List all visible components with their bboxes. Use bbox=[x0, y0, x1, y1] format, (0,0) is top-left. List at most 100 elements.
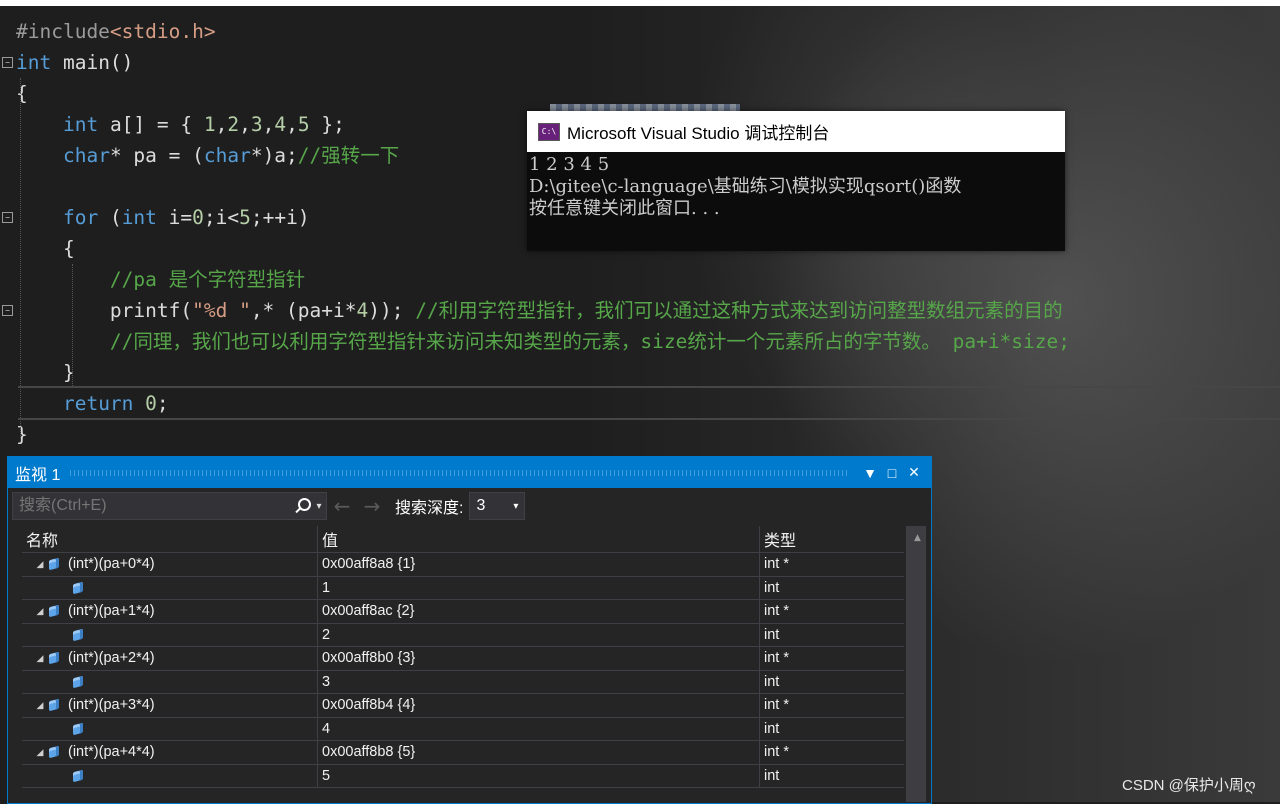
drag-grip[interactable] bbox=[70, 469, 849, 476]
column-header-name[interactable]: 名称 bbox=[22, 526, 318, 552]
fold-toggle-icon[interactable]: − bbox=[2, 212, 13, 223]
scroll-up-icon[interactable]: ▲ bbox=[914, 533, 921, 543]
watch-value[interactable]: 1 bbox=[318, 576, 760, 599]
column-header-type[interactable]: 类型 bbox=[760, 526, 904, 552]
watch-type: int bbox=[764, 673, 780, 690]
watch-grid: 名称 值 类型 ◢ (int*)(pa+0*4) 0x00aff8a8 {1} int… bbox=[22, 526, 904, 788]
console-line: 1 2 3 4 5 bbox=[529, 154, 610, 175]
console-app-icon: C:\ bbox=[538, 122, 560, 141]
console-title: Microsoft Visual Studio 调试控制台 bbox=[567, 124, 830, 143]
code-line[interactable]: int a[] = { 1,2,3,4,5 }; bbox=[16, 109, 345, 140]
variable-icon bbox=[48, 606, 60, 616]
code-line[interactable]: } bbox=[16, 357, 75, 388]
code-line[interactable]: #include<stdio.h> bbox=[16, 16, 216, 47]
watch-type: int * bbox=[764, 697, 789, 714]
back-arrow-icon[interactable]: ← bbox=[327, 494, 357, 518]
watch-type: int bbox=[764, 767, 780, 784]
code-line[interactable]: printf("%d ",* (pa+i*4)); //利用字符型指针，我们可以… bbox=[16, 295, 1063, 326]
code-line[interactable]: int main() bbox=[16, 47, 133, 78]
watch-panel: 监视 1 ▼ □ ✕ ▾ ← → 搜索深度: 3 ▾ 名称 值 类型 ◢ (int… bbox=[7, 456, 932, 804]
watch-name-cell[interactable]: ◢ (int*)(pa+1*4) bbox=[22, 600, 318, 623]
code-line[interactable]: //pa 是个字符型指针 bbox=[16, 264, 305, 295]
watch-row[interactable]: ◢ (int*)(pa+1*4) 0x00aff8ac {2} int * bbox=[22, 600, 904, 624]
console-title-bar[interactable]: C:\ Microsoft Visual Studio 调试控制台 bbox=[527, 111, 1065, 152]
watch-value[interactable]: 4 bbox=[318, 717, 760, 740]
vertical-scrollbar[interactable] bbox=[906, 526, 926, 802]
code-line[interactable]: } bbox=[16, 419, 28, 450]
watch-name: (int*)(pa+2*4) bbox=[68, 650, 155, 667]
code-line[interactable]: { bbox=[16, 78, 28, 109]
watch-name-cell[interactable]: ◢ (int*)(pa+3*4) bbox=[22, 694, 318, 717]
watch-row[interactable]: 5 int bbox=[22, 764, 904, 788]
watch-name: (int*)(pa+4*4) bbox=[68, 744, 155, 761]
column-header-value[interactable]: 值 bbox=[318, 526, 760, 552]
current-line-highlight bbox=[18, 386, 1280, 420]
watch-type: int bbox=[764, 579, 780, 596]
search-input[interactable] bbox=[13, 496, 292, 516]
search-depth-select[interactable]: 3 ▾ bbox=[469, 492, 526, 520]
watch-name-cell[interactable]: ◢ (int*)(pa+4*4) bbox=[22, 741, 318, 764]
console-line: 按任意键关闭此窗口. . . bbox=[529, 198, 720, 219]
collapse-triangle-icon[interactable]: ◢ bbox=[32, 559, 48, 570]
code-line[interactable]: for (int i=0;i<5;++i) bbox=[16, 202, 310, 233]
watch-name: (int*)(pa+1*4) bbox=[68, 603, 155, 620]
search-box[interactable]: ▾ bbox=[12, 492, 327, 520]
variable-icon bbox=[72, 583, 84, 593]
variable-icon bbox=[72, 771, 84, 781]
watch-name-cell[interactable] bbox=[22, 670, 318, 693]
fold-toggle-icon[interactable]: − bbox=[2, 305, 13, 316]
chevron-down-icon[interactable]: ▾ bbox=[312, 501, 326, 512]
variable-icon bbox=[48, 559, 60, 569]
console-line: D:\gitee\c-language\基础练习\模拟实现qsort()函数 bbox=[529, 176, 962, 197]
watch-row[interactable]: ◢ (int*)(pa+0*4) 0x00aff8a8 {1} int * bbox=[22, 553, 904, 577]
close-icon[interactable]: ✕ bbox=[903, 464, 925, 481]
variable-icon bbox=[72, 677, 84, 687]
watch-value[interactable]: 0x00aff8ac {2} bbox=[318, 600, 760, 623]
collapse-triangle-icon[interactable]: ◢ bbox=[32, 606, 48, 617]
watch-type: int bbox=[764, 626, 780, 643]
watch-name-cell[interactable] bbox=[22, 717, 318, 740]
watch-title: 监视 1 bbox=[15, 466, 61, 484]
watch-name: (int*)(pa+3*4) bbox=[68, 697, 155, 714]
code-line[interactable]: //同理，我们也可以利用字符型指针来访问未知类型的元素，size统计一个元素所占… bbox=[16, 326, 1070, 357]
watch-row[interactable]: 3 int bbox=[22, 670, 904, 694]
dropdown-icon[interactable]: ▼ bbox=[859, 465, 881, 481]
watch-row[interactable]: 2 int bbox=[22, 623, 904, 647]
watch-name: (int*)(pa+0*4) bbox=[68, 556, 155, 573]
watermark: CSDN @保护小周ღ bbox=[1122, 777, 1256, 794]
watch-type: int * bbox=[764, 556, 789, 573]
watch-row[interactable]: 4 int bbox=[22, 717, 904, 741]
search-depth-label: 搜索深度: bbox=[395, 500, 464, 517]
watch-type: int bbox=[764, 720, 780, 737]
watch-name-cell[interactable] bbox=[22, 764, 318, 787]
code-line[interactable]: { bbox=[16, 233, 75, 264]
watch-value[interactable]: 0x00aff8b8 {5} bbox=[318, 741, 760, 764]
watch-value[interactable]: 0x00aff8a8 {1} bbox=[318, 553, 760, 576]
watch-name-cell[interactable]: ◢ (int*)(pa+2*4) bbox=[22, 647, 318, 670]
top-border bbox=[0, 0, 1280, 6]
watch-row[interactable]: 1 int bbox=[22, 576, 904, 600]
watch-name-cell[interactable]: ◢ (int*)(pa+0*4) bbox=[22, 553, 318, 576]
watch-value[interactable]: 2 bbox=[318, 623, 760, 646]
watch-value[interactable]: 5 bbox=[318, 764, 760, 787]
watch-row[interactable]: ◢ (int*)(pa+2*4) 0x00aff8b0 {3} int * bbox=[22, 647, 904, 671]
watch-title-bar[interactable]: 监视 1 ▼ □ ✕ bbox=[8, 457, 931, 488]
watch-value[interactable]: 0x00aff8b4 {4} bbox=[318, 694, 760, 717]
variable-icon bbox=[48, 747, 60, 757]
watch-name-cell[interactable] bbox=[22, 623, 318, 646]
collapse-triangle-icon[interactable]: ◢ bbox=[32, 653, 48, 664]
fold-toggle-icon[interactable]: − bbox=[2, 57, 13, 68]
collapse-triangle-icon[interactable]: ◢ bbox=[32, 700, 48, 711]
watch-row[interactable]: ◢ (int*)(pa+4*4) 0x00aff8b8 {5} int * bbox=[22, 741, 904, 765]
debug-console-window[interactable]: C:\ Microsoft Visual Studio 调试控制台 1 2 3 … bbox=[527, 111, 1065, 251]
watch-value[interactable]: 3 bbox=[318, 670, 760, 693]
search-icon[interactable] bbox=[292, 496, 312, 516]
watch-row[interactable]: ◢ (int*)(pa+3*4) 0x00aff8b4 {4} int * bbox=[22, 694, 904, 718]
forward-arrow-icon[interactable]: → bbox=[357, 494, 387, 518]
collapse-triangle-icon[interactable]: ◢ bbox=[32, 747, 48, 758]
variable-icon bbox=[48, 653, 60, 663]
watch-value[interactable]: 0x00aff8b0 {3} bbox=[318, 647, 760, 670]
watch-name-cell[interactable] bbox=[22, 576, 318, 599]
code-line[interactable]: char* pa = (char*)a;//强转一下 bbox=[16, 140, 399, 171]
maximize-icon[interactable]: □ bbox=[881, 465, 903, 481]
